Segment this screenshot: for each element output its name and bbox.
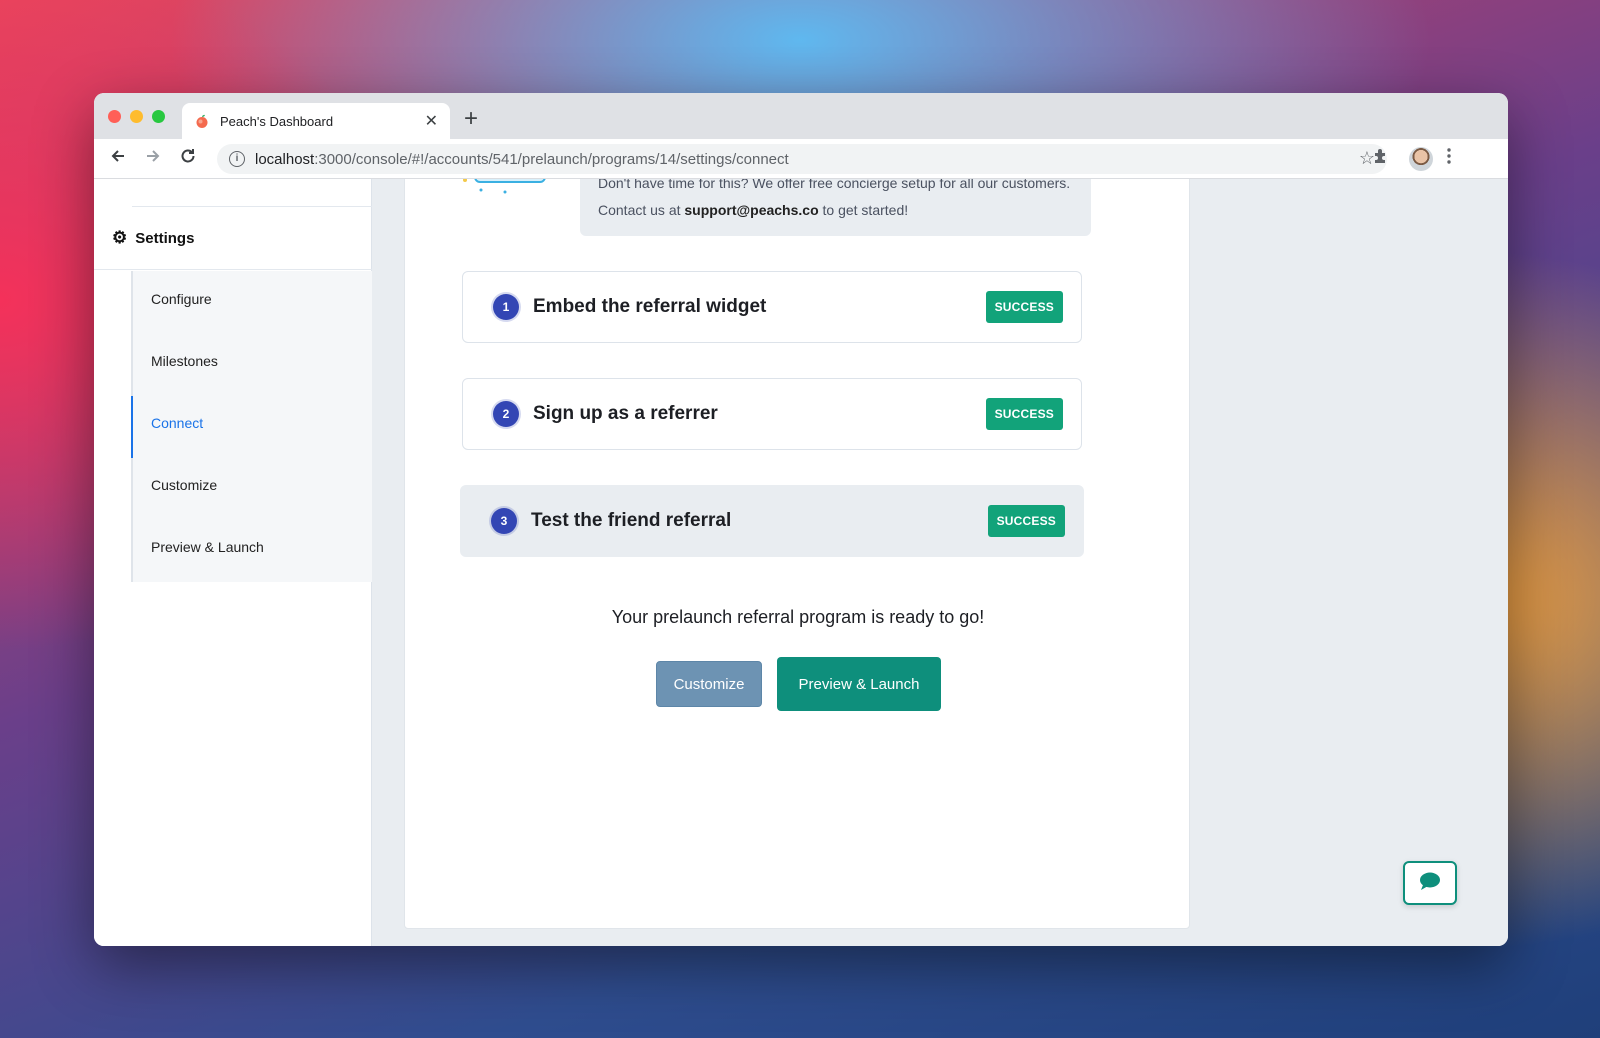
step-title: Embed the referral widget [533,296,767,317]
url-path: :3000/console/#!/accounts/541/prelaunch/… [314,150,789,168]
active-indicator [131,396,133,458]
step-embed-widget[interactable]: 1 Embed the referral widget SUCCESS [462,271,1082,343]
tab-title: Peach's Dashboard [220,113,334,129]
info-icon[interactable]: i [229,151,245,167]
sidebar-item-customize[interactable]: Customize [151,477,217,493]
customize-button[interactable]: Customize [656,661,762,707]
setup-illustration-icon [455,179,550,200]
browser-toolbar: i localhost:3000/console/#!/accounts/541… [94,139,1508,179]
title-bar: Peach's Dashboard ✕ + [94,93,1508,139]
step-sign-up-referrer[interactable]: 2 Sign up as a referrer SUCCESS [462,378,1082,450]
sidebar: ⚙ Settings Configure Milestones Connect … [94,179,372,946]
support-email: support@peachs.co [684,202,819,218]
connect-card: Don't have time for this? We offer free … [404,179,1190,929]
step-title: Sign up as a referrer [533,403,718,424]
sidebar-item-connect[interactable]: Connect [151,415,203,431]
reload-icon[interactable] [176,147,200,170]
sidebar-section-settings[interactable]: ⚙ Settings [94,207,372,270]
gear-icon: ⚙ [112,228,128,247]
minimize-window-button[interactable] [130,110,143,123]
close-window-button[interactable] [108,110,121,123]
step-number: 1 [493,294,519,320]
step-test-friend-referral[interactable]: 3 Test the friend referral SUCCESS [460,485,1084,557]
extensions-icon[interactable] [1372,147,1390,170]
browser-window: Peach's Dashboard ✕ + i localhost:3000/c… [94,93,1508,946]
status-badge: SUCCESS [985,291,1063,323]
address-bar[interactable]: i localhost:3000/console/#!/accounts/541… [217,144,1387,174]
page-viewport: ⚙ Settings Configure Milestones Connect … [94,179,1508,946]
avatar[interactable] [1409,147,1433,171]
back-arrow-icon[interactable] [106,147,130,170]
zoom-window-button[interactable] [152,110,165,123]
status-badge: SUCCESS [987,505,1065,537]
step-title: Test the friend referral [531,510,732,531]
chat-icon [1418,871,1442,896]
sidebar-item-preview-launch[interactable]: Preview & Launch [151,539,264,555]
preview-launch-button[interactable]: Preview & Launch [777,657,941,711]
chat-button[interactable] [1403,861,1457,905]
concierge-text-end: to get started! [818,202,909,218]
ready-message: Your prelaunch referral program is ready… [611,607,985,627]
step-number: 2 [493,401,519,427]
step-number: 3 [491,508,517,534]
sidebar-item-configure[interactable]: Configure [151,291,212,307]
close-icon[interactable]: ✕ [425,111,438,131]
sidebar-section-label: Settings [135,229,195,247]
forward-arrow-icon[interactable] [141,147,165,170]
url-host: localhost [255,150,315,168]
sidebar-item-milestones[interactable]: Milestones [151,353,218,369]
peach-favicon [194,113,210,129]
more-menu-icon[interactable] [1446,147,1452,170]
sidebar-divider [132,179,372,207]
new-tab-button[interactable]: + [464,105,478,133]
browser-tab[interactable]: Peach's Dashboard ✕ [182,103,450,139]
sidebar-submenu: Configure Milestones Connect Customize P… [131,271,372,582]
concierge-notice: Don't have time for this? We offer free … [580,179,1091,236]
status-badge: SUCCESS [985,398,1063,430]
